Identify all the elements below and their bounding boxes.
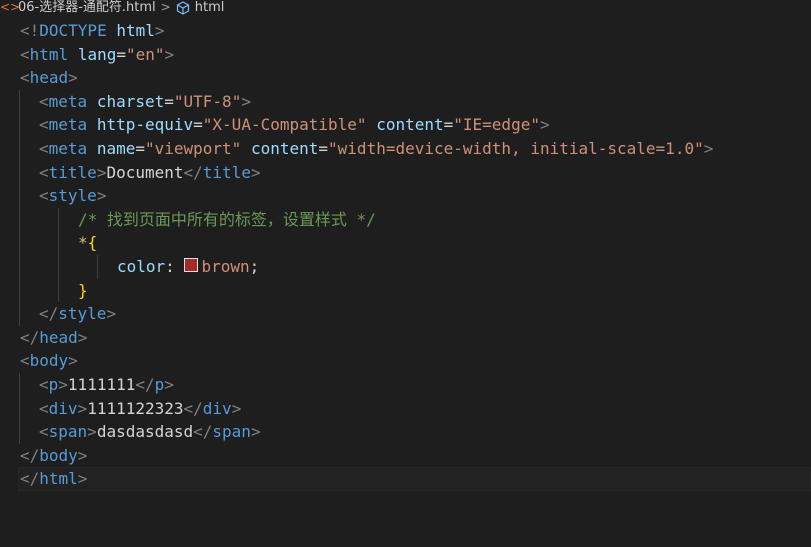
code-line: /* 找到页面中所有的标签，设置样式 */ [0,207,811,232]
token: 1111122323 [87,398,184,418]
token: meta [48,138,88,158]
code-line: </head> [20,327,88,347]
breadcrumb: <> 06-选择器-通配符.html > html [0,0,811,15]
token: "X-UA-Compatible" [202,115,367,135]
token: p [48,374,59,394]
token: Document [106,162,184,182]
token: * [78,233,88,253]
code-line: <meta http-equiv="X-UA-Compatible" conte… [0,113,811,137]
code-line: <head> [20,68,78,88]
token: html [39,469,78,489]
token: DOCTYPE [39,21,107,40]
token: span [212,422,251,442]
token: title [202,162,251,182]
token: meta [48,91,88,111]
code-line: <meta name="viewport" content="width=dev… [0,136,811,161]
token: body [39,445,78,465]
code-line: <span>dasdasdasd</span> [0,420,811,444]
token: "viewport" [144,138,242,158]
token: head [29,68,69,88]
token: <! [20,21,40,40]
code-line: <body> [20,351,78,371]
token: } [78,280,88,300]
breadcrumb-chevron-icon: > [160,0,171,14]
code-line: <!DOCTYPE html> [0,19,811,43]
token: "en" [125,44,165,64]
code-line: <style> [0,184,811,208]
code-editor[interactable]: <!DOCTYPE html> <html lang="en"> <head> … [0,19,811,491]
token: div [202,398,232,418]
token: head [39,327,78,347]
code-line: <p>1111111</p> [0,372,811,397]
token: span [48,422,88,442]
code-line: <div>1111122323</div> [0,396,811,421]
token: : [165,256,185,276]
token: brown [201,256,250,276]
code-line-current: </html> [0,467,811,491]
token: style [58,304,107,324]
token: title [48,162,97,182]
token: lang [77,44,117,64]
code-line: } [0,278,811,303]
code-line: <meta charset="UTF-8"> [0,89,811,114]
token: "width=device-width, initial-scale=1.0" [328,138,704,158]
html-file-icon: <> [0,0,21,14]
token: ; [249,256,260,276]
code-line: <title>Document</title> [0,160,811,185]
token: { [87,233,98,253]
token: name [96,138,136,158]
symbol-cube-icon [176,0,190,15]
token: charset [96,91,165,111]
token: meta [48,115,88,135]
token: http-equiv [96,115,194,135]
token: p [154,374,165,394]
code-line: </style> [0,302,811,326]
token: dasdasdasd [96,422,194,442]
code-line: <html lang="en"> [20,44,175,64]
breadcrumb-symbol[interactable]: html [195,0,225,15]
token: 1111111 [67,374,136,394]
token: color [117,256,166,276]
token: /* 找到页面中所有的标签，设置样式 */ [78,209,376,229]
token: div [48,398,78,418]
token: content [250,138,319,158]
token: content [376,115,444,135]
code-line: *{ [0,231,811,255]
token: "IE=edge" [453,115,540,135]
token: body [29,351,69,371]
token: "UTF-8" [173,91,242,111]
token: html [106,21,155,40]
token: > [154,21,165,40]
token: style [48,186,97,206]
color-swatch[interactable] [184,258,199,273]
code-line: </body> [20,445,88,465]
token: html [29,44,69,64]
code-line: color: brown; [0,254,811,279]
breadcrumb-file[interactable]: 06-选择器-通配符.html [18,0,156,15]
